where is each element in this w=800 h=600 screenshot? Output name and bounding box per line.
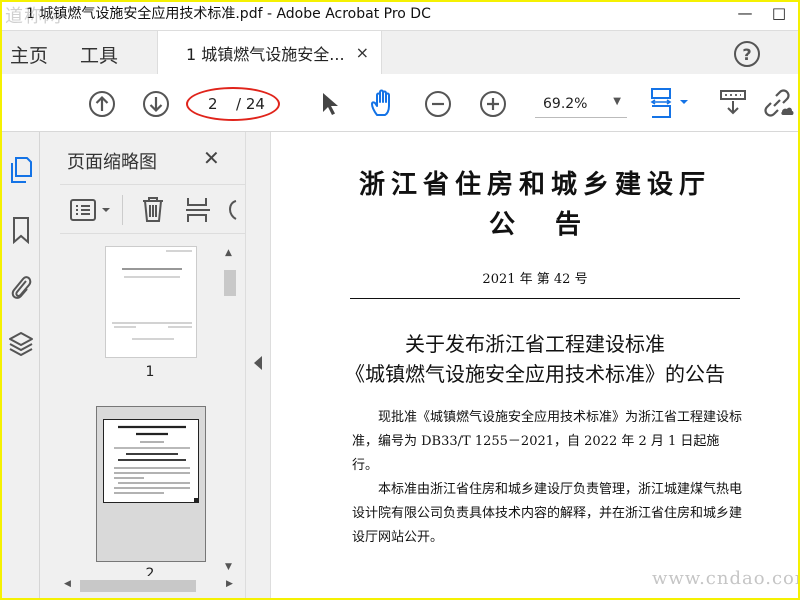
close-tab-icon[interactable]: × <box>356 43 369 62</box>
tab-tools[interactable]: 工具 <box>80 41 118 68</box>
zoom-level-value: 69.2% <box>543 96 588 112</box>
title-bar: 道称网 1 城镇燃气设施安全应用技术标准.pdf - Adobe Acrobat… <box>2 2 798 27</box>
document-notice-word: 公告 <box>488 210 621 240</box>
page-thumbnail-2 <box>103 419 199 503</box>
maximize-button[interactable]: □ <box>764 2 794 24</box>
page-thumbnails-icon[interactable] <box>9 156 33 184</box>
tab-document[interactable]: 1 城镇燃气设施安全... × <box>157 31 382 75</box>
thumbnails-horizontal-scrollbar[interactable]: ◀ ▶ <box>60 576 240 596</box>
scrolling-mode-icon[interactable] <box>718 88 748 118</box>
document-headline-line1: 关于发布浙江省工程建设标准 <box>405 332 665 356</box>
attachment-icon[interactable] <box>9 272 33 302</box>
page-thumbnails-panel: 页面缩略图 ✕ 1 2 ▲ ▼ ◀ ▶ <box>40 132 245 598</box>
previous-page-icon[interactable] <box>88 90 116 118</box>
thumbnails-list: 1 2 <box>60 246 220 576</box>
watermark-bottom-right: www.cndao.com <box>652 568 798 589</box>
vertical-scroll-thumb[interactable] <box>224 270 236 296</box>
layers-icon[interactable] <box>8 330 34 358</box>
close-panel-icon[interactable]: ✕ <box>203 146 220 170</box>
document-department: 浙江省住房和城乡建设厅 <box>358 170 711 200</box>
page-thumbnail-1-content <box>112 250 192 340</box>
rotate-page-icon[interactable] <box>224 197 238 223</box>
hand-tool-icon[interactable] <box>368 88 398 118</box>
toolbar-divider <box>122 195 123 225</box>
main-toolbar: 2 / 24 69.2% ▼ <box>2 74 798 132</box>
thumbnail-toolbar <box>60 184 245 234</box>
tab-bar: 主页 工具 1 城镇燃气设施安全... × ? <box>2 30 798 75</box>
window-title: 1 城镇燃气设施安全应用技术标准.pdf - Adobe Acrobat Pro… <box>26 6 431 22</box>
page-thumbnail-2-selected[interactable] <box>96 406 206 562</box>
collapse-panel-icon[interactable] <box>254 356 262 370</box>
horizontal-scroll-thumb[interactable] <box>80 580 196 592</box>
page-thumbnail-1[interactable] <box>105 246 197 358</box>
zoom-level-select[interactable]: 69.2% ▼ <box>535 92 627 118</box>
document-divider <box>350 298 740 299</box>
delete-page-icon[interactable] <box>140 195 166 223</box>
document-number: 2021 年 第 42 号 <box>482 272 588 287</box>
document-headline-line2: 《城镇燃气设施安全应用技术标准》的公告 <box>345 362 725 386</box>
red-annotation-ellipse <box>186 87 280 121</box>
page-thumbnail-2-content <box>114 425 199 503</box>
select-cursor-icon[interactable] <box>318 90 342 118</box>
thumbnail-1-label: 1 <box>145 364 155 380</box>
fit-page-icon[interactable] <box>648 86 692 120</box>
scroll-up-icon[interactable]: ▲ <box>225 248 232 258</box>
bookmark-icon[interactable] <box>11 216 31 244</box>
scroll-left-icon[interactable]: ◀ <box>64 579 71 589</box>
scroll-right-icon[interactable]: ▶ <box>226 579 233 589</box>
document-paragraph-2: 本标准由浙江省住房和城乡建设厅负责管理，浙江城建煤气热电设计院有限公司负责具体技… <box>352 482 743 545</box>
document-paragraph-1: 现批准《城镇燃气设施安全应用技术标准》为浙江省工程建设标准，编号为 DB33/T… <box>352 410 743 473</box>
panel-title: 页面缩略图 <box>67 152 157 173</box>
document-view[interactable]: 浙江省住房和城乡建设厅 公告 2021 年 第 42 号 关于发布浙江省工程建设… <box>272 132 798 598</box>
thumbnails-vertical-scrollbar[interactable]: ▲ ▼ <box>220 246 240 576</box>
insert-page-icon[interactable] <box>184 195 212 225</box>
watermark-top-left: 道称网 <box>5 6 62 27</box>
next-page-icon[interactable] <box>142 90 170 118</box>
tab-document-label: 1 城镇燃气设施安全... <box>186 45 345 64</box>
options-menu-icon[interactable] <box>70 199 114 221</box>
minimize-button[interactable]: — <box>730 2 760 24</box>
panel-splitter[interactable] <box>245 132 271 598</box>
chevron-down-icon: ▼ <box>613 96 621 107</box>
scroll-down-icon[interactable]: ▼ <box>225 562 232 572</box>
acrobat-window: 道称网 1 城镇燃气设施安全应用技术标准.pdf - Adobe Acrobat… <box>2 2 798 598</box>
navigation-rail <box>2 132 40 598</box>
zoom-out-icon[interactable] <box>424 90 452 118</box>
tab-home[interactable]: 主页 <box>10 41 48 68</box>
help-icon[interactable]: ? <box>734 41 760 67</box>
zoom-in-icon[interactable] <box>479 90 507 118</box>
thumbnail-2-label: 2 <box>145 566 155 576</box>
share-link-icon[interactable] <box>762 88 794 118</box>
